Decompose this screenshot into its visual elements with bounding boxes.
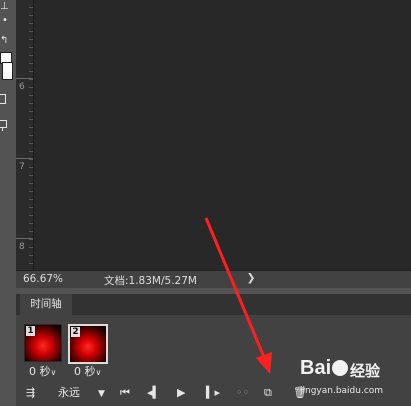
frame-thumbnail-1[interactable]: 1 — [24, 324, 62, 362]
document-canvas[interactable] — [34, 0, 411, 270]
move-icon[interactable]: ⊥ — [0, 2, 9, 12]
status-bar: 66.67% 文档:1.83M/5.27M ❯ — [16, 270, 411, 289]
screen-mode-icon-stem — [2, 127, 3, 131]
convert-icon[interactable]: ⇶ — [26, 385, 35, 401]
frame-delay-value: 0 秒 — [29, 365, 51, 378]
loop-option[interactable]: 永远 — [58, 385, 80, 401]
baidu-logo-watermark: Bai — [300, 357, 348, 379]
first-frame-icon[interactable]: ⏮ — [120, 385, 130, 401]
vertical-ruler[interactable]: 6 7 8 — [16, 0, 34, 270]
baidu-paw-icon — [332, 360, 348, 376]
frame-number: 2 — [71, 327, 80, 337]
ruler-label-8: 8 — [19, 242, 25, 252]
ruler-tick — [16, 158, 33, 159]
ruler-label-7: 7 — [19, 162, 25, 172]
loop-dropdown-icon[interactable]: ▼ — [98, 386, 105, 402]
watermark-brand: Bai — [300, 357, 331, 379]
watermark-url: jingyan.baidu.com — [300, 386, 384, 396]
swap-colors-icon[interactable]: ↰ — [0, 36, 8, 46]
frame-delay-value: 0 秒 — [74, 365, 96, 378]
dot-icon[interactable]: • — [2, 16, 8, 26]
ruler-label-6: 6 — [19, 82, 25, 92]
play-icon[interactable]: ▶ — [177, 385, 185, 401]
tween-icon[interactable]: ◦◦ — [236, 385, 249, 401]
duplicate-frame-icon[interactable]: ⧉ — [264, 385, 272, 401]
watermark-text: 经验 — [350, 362, 381, 380]
next-frame-icon[interactable]: ▍▸ — [206, 385, 220, 401]
status-menu-arrow-icon[interactable]: ❯ — [241, 272, 261, 284]
tools-panel: ⊥ • ↰ — [0, 0, 16, 270]
frame-delay-1[interactable]: 0 秒∨ — [29, 363, 56, 379]
frame-delay-2[interactable]: 0 秒∨ — [74, 363, 101, 379]
background-color-swatch[interactable] — [2, 62, 13, 80]
zoom-level[interactable]: 66.67% — [23, 273, 63, 285]
frame-number: 1 — [26, 326, 35, 336]
ruler-tick — [16, 78, 33, 79]
ruler-tick — [16, 238, 33, 239]
quick-mask-icon[interactable] — [0, 94, 6, 104]
frame-thumbnail-2[interactable]: 2 — [68, 324, 108, 364]
chevron-down-icon: ∨ — [50, 368, 57, 377]
timeline-tab-bar: 时间轴 — [16, 294, 411, 315]
document-size: 文档:1.83M/5.27M — [104, 275, 197, 287]
chevron-down-icon: ∨ — [95, 368, 102, 377]
tab-timeline[interactable]: 时间轴 — [20, 294, 72, 315]
previous-frame-icon[interactable]: ◂▍ — [147, 385, 161, 401]
